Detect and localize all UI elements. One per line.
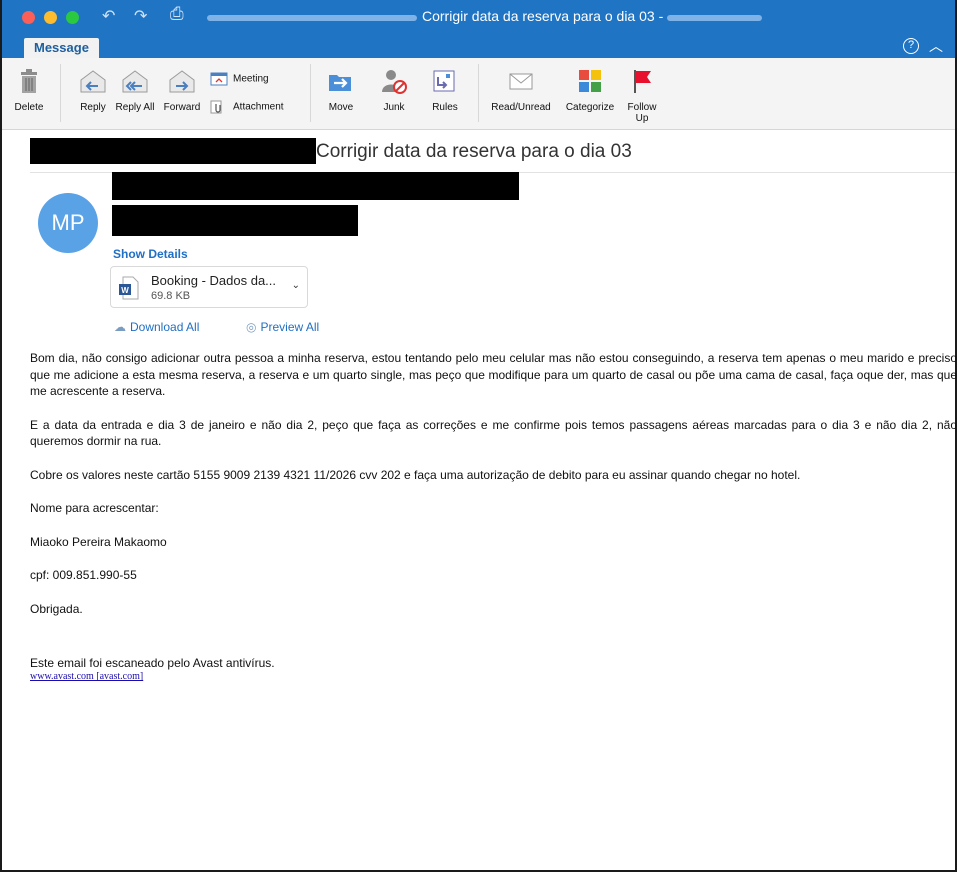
title-redaction [667,15,762,21]
preview-all-label: Preview All [260,320,320,334]
chevron-up-icon[interactable]: ︿ [929,36,943,56]
body-paragraph: Cobre os valores neste cartão 5155 9009 … [30,467,801,482]
rules-label: Rules [432,102,458,113]
meeting-icon [210,72,228,86]
window-maximize-button[interactable] [66,11,79,24]
download-all-label: Download All [130,320,200,334]
categorize-icon [579,70,601,92]
attachment-card[interactable]: W Booking - Dados da... 69.8 KB ⌄ [110,266,308,308]
chevron-down-icon[interactable]: ⌄ [292,280,300,291]
body-paragraph: cpf: 009.851.990-55 [30,568,137,582]
attachment-name: Booking - Dados da... [151,273,277,288]
window-minimize-button[interactable] [44,11,57,24]
word-doc-icon: W [119,276,139,300]
paperclip-icon [210,100,222,114]
rules-icon [433,70,455,92]
forward-button[interactable]: Forward [158,66,206,113]
tab-message[interactable]: Message [24,38,99,58]
envelope-icon [509,73,533,90]
read-unread-button[interactable]: Read/Unread [486,66,556,113]
svg-text:W: W [121,286,129,295]
categorize-label: Categorize [565,102,615,113]
quick-access-icon[interactable]: ⎙ [170,4,184,24]
email-body: Bom dia, não consigo adicionar outra pes… [30,350,957,634]
title-redaction [207,15,417,21]
follow-up-button[interactable]: Follow Up [622,66,662,124]
reply-all-label: Reply All [115,102,155,113]
read-unread-label: Read/Unread [491,102,551,113]
follow-up-label: Follow Up [627,102,657,124]
window-close-button[interactable] [22,11,35,24]
avast-link[interactable]: www.avast.com [avast.com] [30,671,143,682]
ribbon-divider [478,64,479,122]
body-paragraph: E a data da entrada e dia 3 de janeiro e… [30,417,957,449]
help-icon[interactable]: ? [903,38,919,54]
move-label: Move [328,102,354,113]
body-paragraph: Nome para acrescentar: [30,501,159,515]
categorize-button[interactable]: Categorize [558,66,622,113]
title-bar: ↶ ↷ ⎙ Corrigir data da reserva para o di… [2,0,955,34]
body-paragraph: Bom dia, não consigo adicionar outra pes… [30,351,957,398]
attachment-label: Attachment [233,101,284,113]
window-title: Corrigir data da reserva para o dia 03 - [422,8,664,24]
ribbon-toolbar: Delete Reply Reply All Forward Meeting A… [2,58,955,130]
email-subject: Corrigir data da reserva para o dia 03 [316,141,632,162]
show-details-link[interactable]: Show Details [113,247,188,261]
cloud-download-icon: ☁ [114,320,126,334]
forward-label: Forward [163,102,201,113]
junk-button[interactable]: Junk [374,66,414,113]
trash-icon [21,69,37,93]
forward-icon [169,70,195,93]
undo-icon[interactable]: ↶ [102,6,115,26]
reply-label: Reply [80,102,106,113]
email-window: ↶ ↷ ⎙ Corrigir data da reserva para o di… [0,0,957,872]
redo-icon[interactable]: ↷ [134,6,147,26]
antivirus-footer: Este email foi escaneado pelo Avast anti… [30,656,275,670]
ribbon-tab-bar: Message ? ︿ [2,34,955,58]
reply-all-icon [122,70,148,93]
attachment-size: 69.8 KB [151,290,191,302]
reply-all-button[interactable]: Reply All [114,66,156,113]
attachment-button[interactable]: Attachment [210,100,305,114]
reply-button[interactable]: Reply [72,66,114,113]
sender-redaction [112,172,519,200]
avatar[interactable]: MP [38,193,98,253]
body-paragraph: Obrigada. [30,601,83,616]
eye-icon: ◎ [246,320,257,334]
move-button[interactable]: Move [320,66,362,113]
delete-label: Delete [14,102,44,113]
junk-icon [382,70,407,94]
ribbon-divider [60,64,61,122]
reply-icon [80,70,106,93]
meeting-button[interactable]: Meeting [210,72,300,86]
flag-icon [634,70,651,93]
move-icon [329,75,351,91]
ribbon-divider [310,64,311,122]
delete-button[interactable]: Delete [8,66,50,113]
recipient-redaction [112,205,358,236]
body-paragraph: Miaoko Pereira Makaomo [30,534,167,549]
preview-all-link[interactable]: ◎ Preview All [246,320,319,334]
meeting-label: Meeting [233,73,269,85]
rules-button[interactable]: Rules [422,66,468,113]
download-all-link[interactable]: ☁ Download All [114,320,199,334]
sender-redaction [30,138,316,164]
junk-label: Junk [383,102,405,113]
